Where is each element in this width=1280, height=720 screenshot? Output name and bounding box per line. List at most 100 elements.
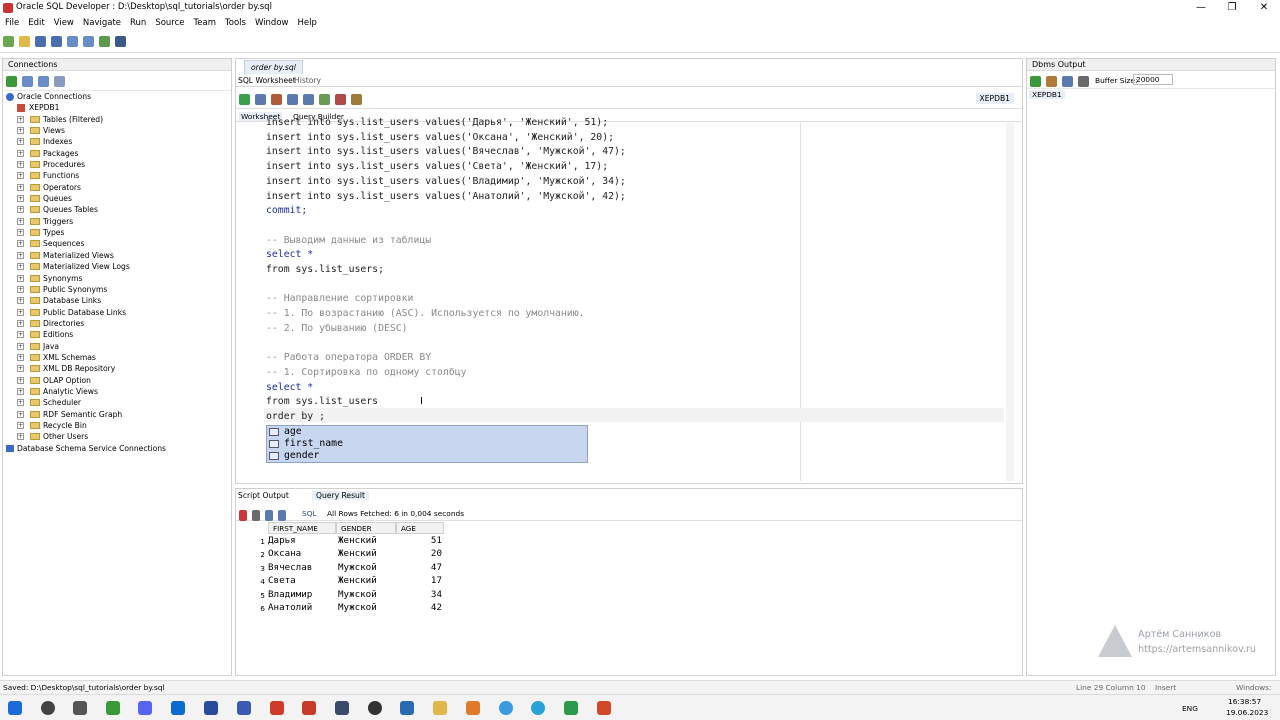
tab-dbms-connection[interactable]: XEPDB1	[1029, 90, 1065, 99]
start-icon[interactable]	[8, 701, 22, 715]
restore-button[interactable]: ❐	[1216, 0, 1248, 16]
schema-browser-icon[interactable]	[54, 76, 65, 87]
redo-icon[interactable]	[83, 36, 94, 47]
language-indicator[interactable]: ENG	[1182, 704, 1198, 713]
column-header[interactable]: AGE	[396, 522, 444, 534]
tree-item[interactable]: + Operators	[3, 182, 231, 193]
tree-item[interactable]: + XML Schemas	[3, 352, 231, 363]
tree-connection[interactable]: XEPDB1	[3, 102, 231, 113]
search-icon[interactable]	[41, 701, 55, 715]
explain-icon[interactable]	[287, 94, 298, 105]
menu-tools[interactable]: Tools	[220, 16, 250, 28]
tree-item[interactable]: + Other Users	[3, 431, 231, 442]
expand-icon[interactable]: +	[17, 149, 24, 157]
app-icon[interactable]	[237, 701, 251, 715]
run-script-icon[interactable]	[255, 94, 266, 105]
expand-icon[interactable]: +	[17, 195, 24, 203]
clock-time[interactable]: 16:38:57	[1228, 697, 1261, 706]
tree-footer[interactable]: Database Schema Service Connections	[3, 443, 231, 454]
menu-team[interactable]: Team	[189, 16, 220, 28]
tree-item[interactable]: + Indexes	[3, 136, 231, 147]
tree-item[interactable]: + Materialized View Logs	[3, 261, 231, 272]
expand-icon[interactable]: +	[17, 206, 24, 214]
expand-icon[interactable]: +	[17, 421, 24, 429]
tab-script-output[interactable]: Script Output	[238, 491, 289, 500]
enable-output-icon[interactable]	[1030, 76, 1041, 87]
menu-view[interactable]: View	[49, 16, 78, 28]
table-row[interactable]: 4 Света Женский 17	[238, 575, 458, 588]
add-connection-icon[interactable]	[6, 76, 17, 87]
navigate-icon[interactable]	[99, 36, 110, 47]
autocomplete-item[interactable]: first_name	[267, 438, 587, 450]
sql-developer-icon[interactable]	[400, 701, 414, 715]
tab-sql-worksheet[interactable]: SQL Worksheet	[238, 76, 296, 85]
refresh-icon[interactable]	[22, 76, 33, 87]
tree-item[interactable]: + Java	[3, 341, 231, 352]
close-button[interactable]: ✕	[1248, 0, 1280, 16]
tab-query-result[interactable]: Query Result	[312, 491, 369, 500]
expand-icon[interactable]: +	[17, 331, 24, 339]
commit-icon[interactable]	[319, 94, 330, 105]
save-icon[interactable]	[35, 36, 46, 47]
save-all-icon[interactable]	[51, 36, 62, 47]
autocomplete-item[interactable]: age	[267, 426, 587, 438]
expand-icon[interactable]: +	[17, 251, 24, 259]
sql-editor[interactable]: insert into sys.list_users values('Дарья…	[266, 116, 1006, 476]
expand-icon[interactable]: +	[17, 410, 24, 418]
expand-icon[interactable]: +	[17, 353, 24, 361]
tree-item[interactable]: + Public Database Links	[3, 307, 231, 318]
rollback-icon[interactable]	[335, 94, 346, 105]
sublime-icon[interactable]	[466, 701, 480, 715]
expand-icon[interactable]: +	[17, 274, 24, 282]
tree-item[interactable]: + XML DB Repository	[3, 363, 231, 374]
app-icon[interactable]	[564, 701, 578, 715]
app-icon[interactable]	[597, 701, 611, 715]
tree-item[interactable]: + Types	[3, 227, 231, 238]
sql-link[interactable]: SQL	[302, 509, 317, 518]
expand-icon[interactable]: +	[17, 297, 24, 305]
table-row[interactable]: 6 Анатолий Мужской 42	[238, 602, 458, 615]
undo-icon[interactable]	[67, 36, 78, 47]
sql-icon[interactable]	[115, 36, 126, 47]
expand-icon[interactable]: +	[17, 240, 24, 248]
filezilla-icon[interactable]	[302, 701, 316, 715]
app-icon[interactable]	[106, 701, 120, 715]
file-tab[interactable]: order by.sql	[244, 60, 303, 74]
print-icon[interactable]	[1078, 76, 1089, 87]
tree-item[interactable]: + Sequences	[3, 238, 231, 249]
tree-item[interactable]: + Triggers	[3, 216, 231, 227]
expand-icon[interactable]: +	[17, 365, 24, 373]
expand-icon[interactable]: +	[17, 172, 24, 180]
tab-history[interactable]: History	[294, 76, 321, 85]
tree-item[interactable]: + Views	[3, 125, 231, 136]
mail-icon[interactable]	[171, 701, 185, 715]
tree-item[interactable]: + Editions	[3, 329, 231, 340]
open-icon[interactable]	[19, 36, 30, 47]
table-row[interactable]: 2 Оксана Женский 20	[238, 548, 458, 561]
explorer-icon[interactable]	[433, 701, 447, 715]
column-header[interactable]: FIRST_NAME	[268, 522, 336, 534]
tree-item[interactable]: + Functions	[3, 170, 231, 181]
autotrace-icon[interactable]	[271, 94, 282, 105]
table-row[interactable]: 3 Вячеслав Мужской 47	[238, 562, 458, 575]
autocomplete-popup[interactable]: age first_name gender	[266, 425, 588, 463]
tree-item[interactable]: + Database Links	[3, 295, 231, 306]
expand-icon[interactable]: +	[17, 399, 24, 407]
buffer-size-input[interactable]: 20000	[1133, 74, 1173, 85]
menu-run[interactable]: Run	[125, 16, 150, 28]
github-icon[interactable]	[368, 701, 382, 715]
menu-file[interactable]: File	[0, 16, 23, 28]
export-icon[interactable]	[278, 510, 286, 521]
menu-help[interactable]: Help	[292, 16, 320, 28]
expand-icon[interactable]: +	[17, 308, 24, 316]
tree-item[interactable]: + Synonyms	[3, 273, 231, 284]
app-icon[interactable]	[204, 701, 218, 715]
acrobat-icon[interactable]	[270, 701, 284, 715]
pin-icon[interactable]	[239, 510, 247, 521]
expand-icon[interactable]: +	[17, 319, 24, 327]
run-statement-icon[interactable]	[239, 94, 250, 105]
expand-icon[interactable]: +	[17, 229, 24, 237]
menu-source[interactable]: Source	[150, 16, 188, 28]
tree-item[interactable]: + Tables (Filtered)	[3, 114, 231, 125]
tree-item[interactable]: + Recycle Bin	[3, 420, 231, 431]
